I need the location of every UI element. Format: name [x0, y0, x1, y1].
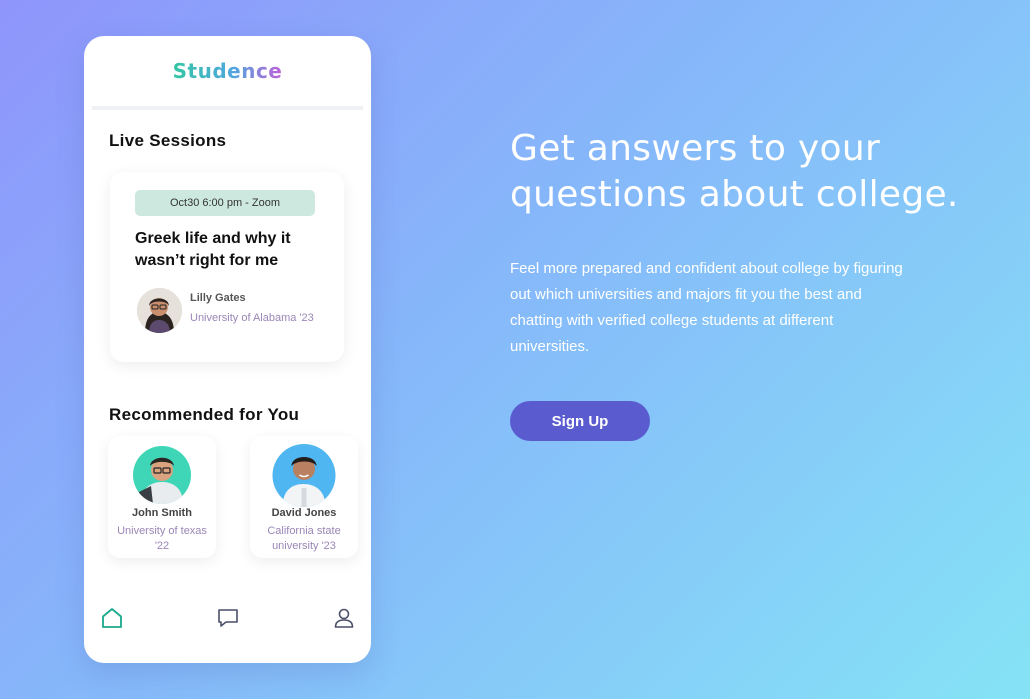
profile-icon[interactable] [332, 606, 356, 630]
hero-description: Feel more prepared and confident about c… [510, 260, 903, 355]
host-avatar [137, 288, 182, 333]
host-name: Lilly Gates [190, 292, 246, 304]
recommended-heading: Recommended for You [109, 405, 300, 424]
student-name: David Jones [271, 507, 337, 519]
session-time-badge: Oct30 6:00 pm - Zoom [135, 190, 315, 216]
student-school: University of texas '22 [117, 525, 207, 552]
student-avatar [133, 446, 191, 504]
student-school: California state university '23 [267, 525, 341, 552]
recommended-card[interactable]: John Smith University of texas '22 [108, 436, 216, 558]
chat-icon[interactable] [216, 606, 240, 630]
session-title: Greek life and why it wasn’t right for m… [135, 230, 291, 269]
app-logo: Studence [172, 59, 283, 83]
live-sessions-heading: Live Sessions [109, 131, 227, 150]
hero-title: Get answers to your questions about coll… [510, 128, 959, 215]
bottom-tab-bar [84, 606, 371, 630]
recommended-card[interactable]: David Jones California state university … [250, 436, 358, 558]
sign-up-button[interactable]: Sign Up [510, 401, 650, 441]
host-school: University of Alabama '23 [190, 312, 314, 324]
home-icon[interactable] [100, 606, 124, 630]
phone-mockup: Studence Live Sessions Oct30 6:00 pm - Z… [84, 36, 371, 663]
live-session-card[interactable]: Oct30 6:00 pm - Zoom Greek life and why … [110, 172, 344, 362]
student-avatar [272, 444, 336, 507]
student-name: John Smith [132, 507, 192, 519]
app-header: Studence [92, 36, 363, 110]
